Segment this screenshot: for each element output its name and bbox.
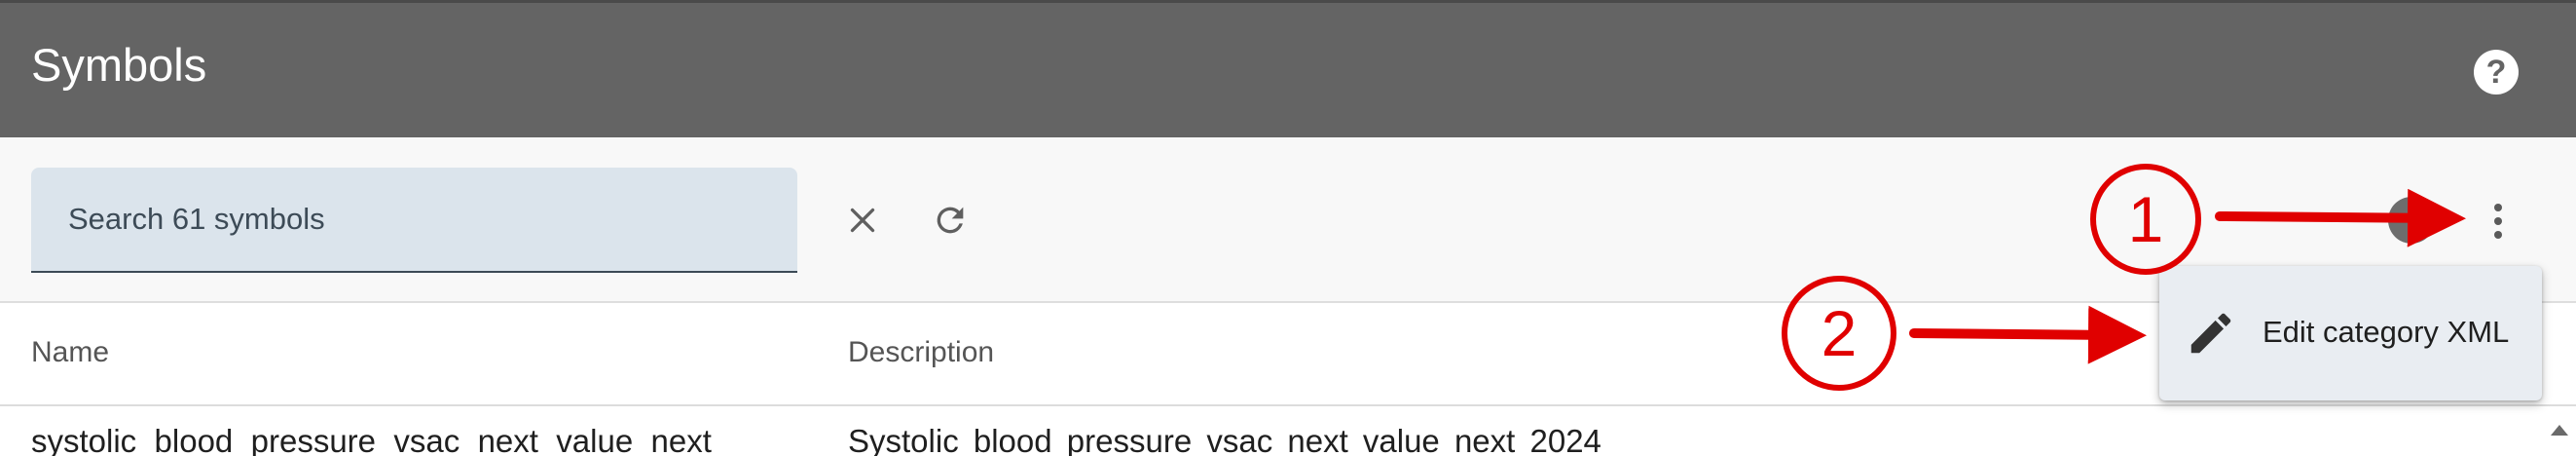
more-dot — [2494, 204, 2502, 211]
menu-item-label: Edit category XML — [2263, 315, 2510, 349]
help-glyph: ? — [2485, 54, 2507, 91]
table-row[interactable]: systolic_blood_pressure_vsac_next_value_… — [0, 406, 2551, 456]
symbols-page: Symbols ? Name Description — [0, 0, 2576, 456]
overflow-menu: Edit category XML — [2159, 266, 2542, 400]
symbol-name-text: systolic_blood_pressure_vsac_next_value_… — [31, 423, 712, 456]
add-icon[interactable] — [2388, 197, 2435, 244]
menu-item-edit-category-xml[interactable]: Edit category XML — [2159, 266, 2542, 400]
symbol-name: systolic_blood_pressure_vsac_next_value_… — [31, 423, 820, 456]
more-vert-icon[interactable] — [2473, 194, 2523, 248]
more-dot — [2494, 217, 2502, 225]
column-header-description[interactable]: Description — [848, 336, 994, 369]
symbol-description: Systolic blood pressure vsac next value … — [848, 423, 1601, 456]
page-title: Symbols — [31, 39, 207, 91]
more-dot — [2494, 231, 2502, 239]
search-input[interactable] — [66, 168, 767, 271]
search-field[interactable] — [31, 168, 797, 273]
close-icon[interactable] — [835, 193, 890, 247]
help-icon[interactable]: ? — [2474, 50, 2519, 95]
column-header-name[interactable]: Name — [31, 336, 109, 369]
app-header: Symbols ? — [0, 0, 2576, 137]
refresh-icon[interactable] — [923, 193, 977, 247]
pencil-icon — [2190, 313, 2231, 354]
scroll-up-arrow-icon[interactable] — [2547, 417, 2572, 442]
